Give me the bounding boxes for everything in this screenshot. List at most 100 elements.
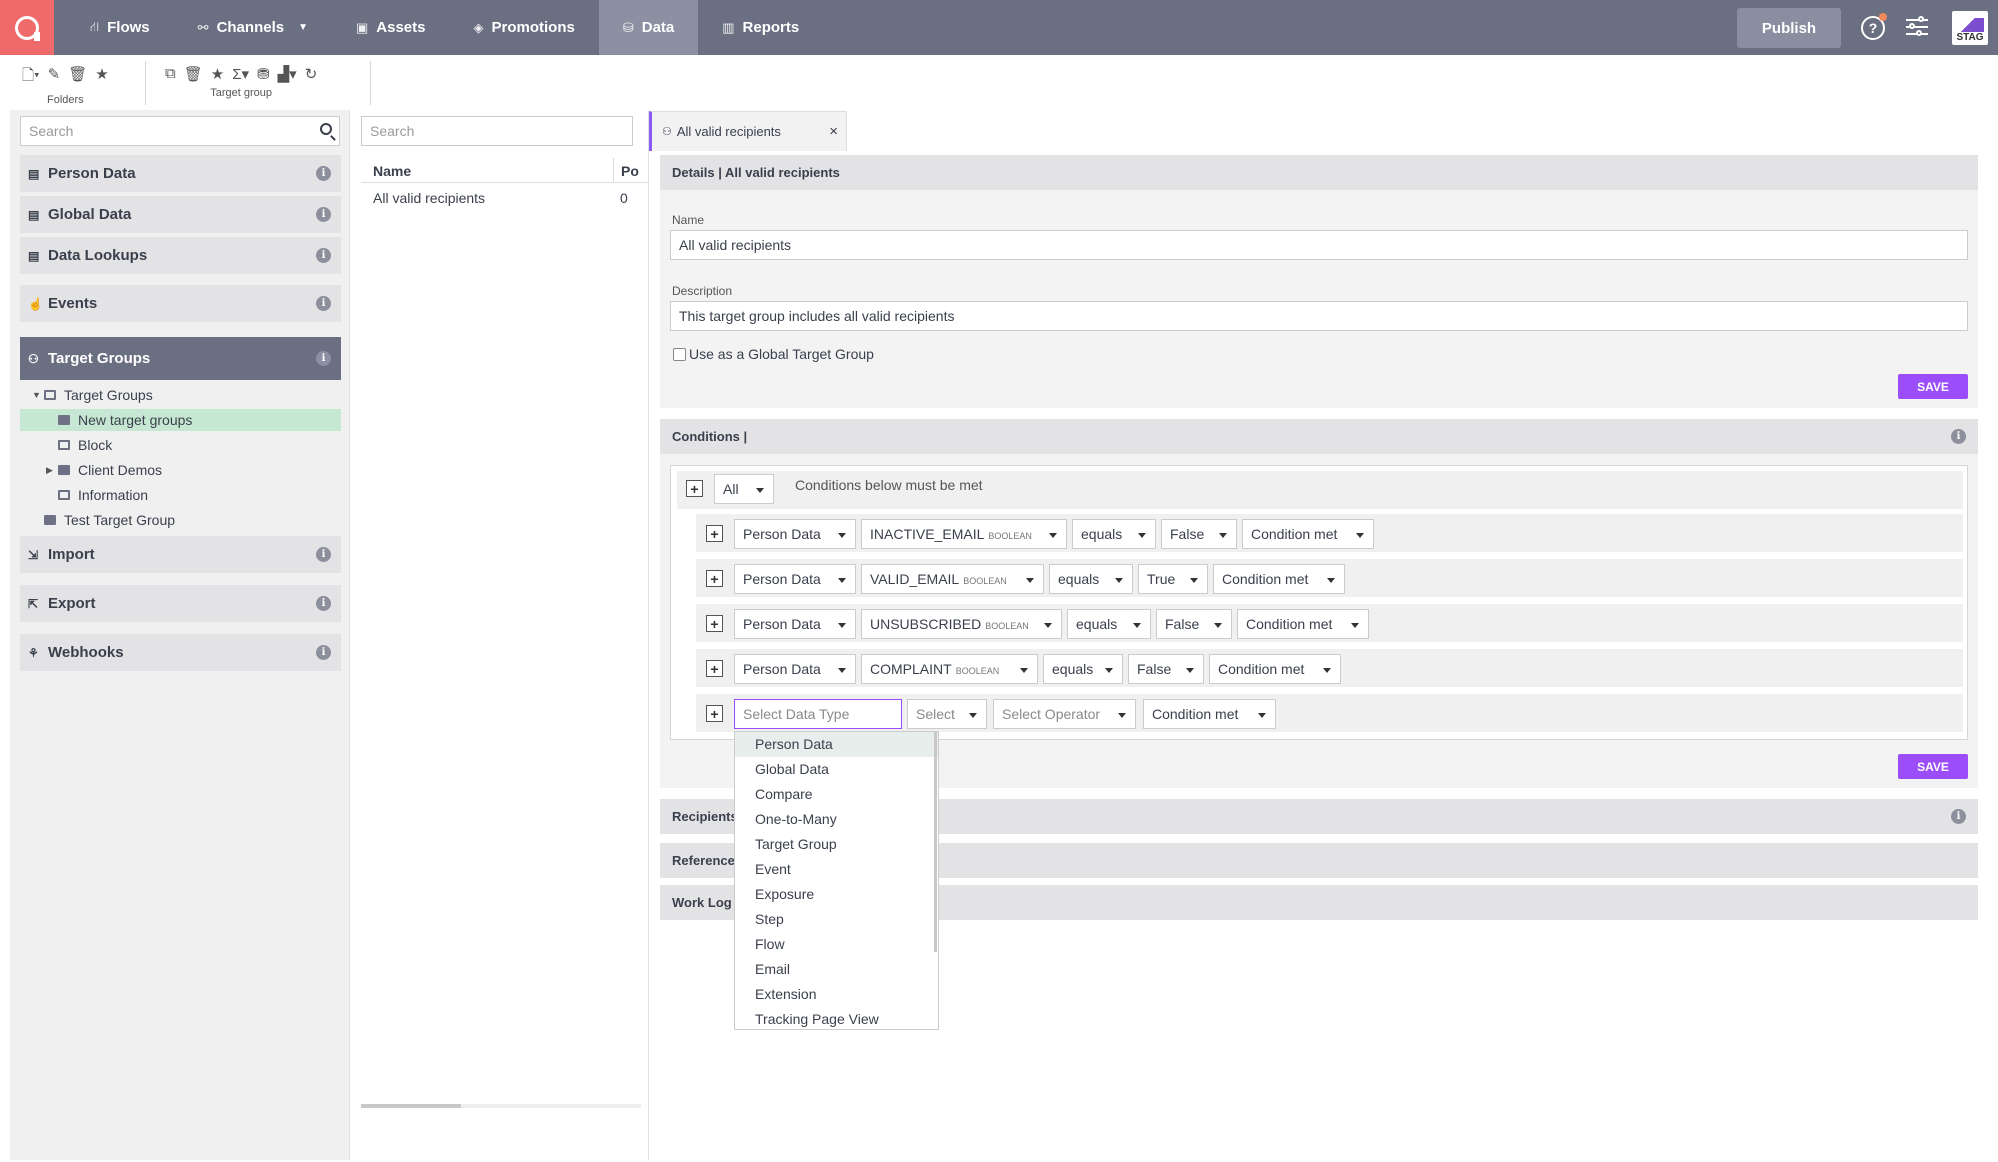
data-type-select[interactable]: Person Data: [734, 654, 856, 684]
environment-badge[interactable]: STAG: [1952, 11, 1988, 45]
info-icon[interactable]: i: [316, 645, 331, 660]
info-icon[interactable]: i: [316, 248, 331, 263]
section-data-lookups[interactable]: ▤Data Lookupsi: [20, 237, 341, 274]
result-select[interactable]: Condition met: [1242, 519, 1374, 549]
copy-icon[interactable]: ⧉: [165, 65, 176, 83]
tree-item-block[interactable]: Block: [20, 434, 341, 456]
data-type-select[interactable]: Person Data: [734, 519, 856, 549]
info-icon[interactable]: i: [1951, 429, 1966, 444]
menu-item-email[interactable]: Email: [735, 957, 938, 982]
chart-icon[interactable]: ▟▾: [278, 65, 297, 83]
menu-item-exposure[interactable]: Exposure: [735, 882, 938, 907]
nav-data[interactable]: ⛁Data: [599, 0, 698, 55]
new-file-icon[interactable]: 🗋▾: [22, 65, 40, 90]
section-webhooks[interactable]: ⚘Webhooksi: [20, 634, 341, 671]
menu-item-target-group[interactable]: Target Group: [735, 832, 938, 857]
refresh-icon[interactable]: ↻: [305, 65, 318, 83]
app-logo[interactable]: [0, 0, 54, 55]
caret-down-icon[interactable]: ▼: [32, 390, 44, 400]
operator-select[interactable]: equals: [1043, 654, 1123, 684]
column-resizer[interactable]: [613, 158, 614, 183]
scrollbar-thumb[interactable]: [361, 1104, 461, 1108]
settings-sliders-icon[interactable]: [1906, 16, 1928, 38]
menu-item-compare[interactable]: Compare: [735, 782, 938, 807]
tab-all-valid-recipients[interactable]: ⚇ All valid recipients ×: [649, 111, 847, 151]
save-details-button[interactable]: SAVE: [1898, 374, 1968, 399]
tree-item-test-target-group[interactable]: Test Target Group: [20, 509, 341, 531]
search-icon[interactable]: [320, 123, 332, 135]
data-type-select[interactable]: Person Data: [734, 609, 856, 639]
info-icon[interactable]: i: [1951, 809, 1966, 824]
operator-select[interactable]: Select Operator: [993, 699, 1136, 729]
section-import[interactable]: ⇲Importi: [20, 536, 341, 573]
result-select[interactable]: Condition met: [1213, 564, 1345, 594]
value-select[interactable]: False: [1128, 654, 1204, 684]
menu-item-extension[interactable]: Extension: [735, 982, 938, 1007]
list-search-input[interactable]: Search: [361, 116, 633, 146]
add-condition-icon[interactable]: +: [706, 525, 723, 542]
value-select[interactable]: False: [1156, 609, 1232, 639]
field-select[interactable]: INACTIVE_EMAILBOOLEAN: [861, 519, 1067, 549]
database-user-icon[interactable]: ⛃: [257, 65, 270, 83]
publish-button[interactable]: Publish: [1737, 8, 1841, 48]
edit-icon[interactable]: ✎: [48, 65, 61, 90]
add-condition-icon[interactable]: +: [706, 705, 723, 722]
info-icon[interactable]: i: [316, 207, 331, 222]
tree-item-target-groups[interactable]: ▼Target Groups: [20, 384, 341, 406]
operator-select[interactable]: equals: [1072, 519, 1156, 549]
tree-item-client-demos[interactable]: ▶Client Demos: [20, 459, 341, 481]
menu-item-step[interactable]: Step: [735, 907, 938, 932]
field-select[interactable]: Select: [907, 699, 987, 729]
tree-item-new-target-groups[interactable]: New target groups: [20, 409, 341, 431]
match-select[interactable]: All: [714, 474, 774, 504]
list-item[interactable]: All valid recipients 0: [373, 190, 643, 206]
result-select[interactable]: Condition met: [1143, 699, 1276, 729]
operator-select[interactable]: equals: [1067, 609, 1151, 639]
section-target-groups[interactable]: ⚇Target Groupsi: [20, 337, 341, 380]
add-condition-icon[interactable]: +: [686, 480, 703, 497]
menu-scrollbar[interactable]: [934, 732, 937, 952]
info-icon[interactable]: i: [316, 166, 331, 181]
name-input[interactable]: All valid recipients: [670, 230, 1968, 260]
menu-item-flow[interactable]: Flow: [735, 932, 938, 957]
value-select[interactable]: False: [1161, 519, 1237, 549]
menu-item-one-to-many[interactable]: One-to-Many: [735, 807, 938, 832]
section-global-data[interactable]: ▤Global Datai: [20, 196, 341, 233]
info-icon[interactable]: i: [316, 296, 331, 311]
add-condition-icon[interactable]: +: [706, 660, 723, 677]
info-icon[interactable]: i: [316, 596, 331, 611]
nav-promotions[interactable]: ◈Promotions: [449, 0, 598, 55]
details-header[interactable]: Details | All valid recipients: [660, 155, 1978, 190]
section-events[interactable]: ☝Eventsi: [20, 285, 341, 322]
field-select[interactable]: COMPLAINTBOOLEAN: [861, 654, 1038, 684]
description-input[interactable]: This target group includes all valid rec…: [670, 301, 1968, 331]
tree-item-information[interactable]: Information: [20, 484, 341, 506]
star-icon[interactable]: ★: [211, 65, 224, 83]
global-target-group-checkbox[interactable]: [673, 348, 686, 361]
menu-item-tracking-page-view[interactable]: Tracking Page View: [735, 1007, 938, 1030]
menu-item-global-data[interactable]: Global Data: [735, 757, 938, 782]
close-icon[interactable]: ×: [829, 123, 838, 140]
section-person-data[interactable]: ▤Person Datai: [20, 155, 341, 192]
column-po-header[interactable]: Po: [621, 163, 639, 179]
nav-assets[interactable]: ▣Assets: [332, 0, 450, 55]
result-select[interactable]: Condition met: [1209, 654, 1341, 684]
data-type-select[interactable]: Person Data: [734, 564, 856, 594]
result-select[interactable]: Condition met: [1237, 609, 1369, 639]
nav-flows[interactable]: ⛙Flows: [66, 0, 174, 55]
conditions-header[interactable]: Conditions |i: [660, 419, 1978, 454]
operator-select[interactable]: equals: [1049, 564, 1133, 594]
nav-channels[interactable]: ⚯Channels▼: [174, 0, 332, 55]
section-export[interactable]: ⇱Exporti: [20, 585, 341, 622]
nav-reports[interactable]: ▥Reports: [698, 0, 823, 55]
menu-item-event[interactable]: Event: [735, 857, 938, 882]
sigma-icon[interactable]: Σ▾: [232, 65, 249, 83]
add-condition-icon[interactable]: +: [706, 615, 723, 632]
save-conditions-button[interactable]: SAVE: [1898, 754, 1968, 779]
field-select[interactable]: UNSUBSCRIBEDBOOLEAN: [861, 609, 1062, 639]
add-condition-icon[interactable]: +: [706, 570, 723, 587]
horizontal-scrollbar[interactable]: [361, 1104, 641, 1108]
caret-right-icon[interactable]: ▶: [46, 465, 58, 476]
trash-icon[interactable]: 🗑: [68, 65, 87, 90]
global-target-group-label[interactable]: Use as a Global Target Group: [689, 346, 874, 362]
